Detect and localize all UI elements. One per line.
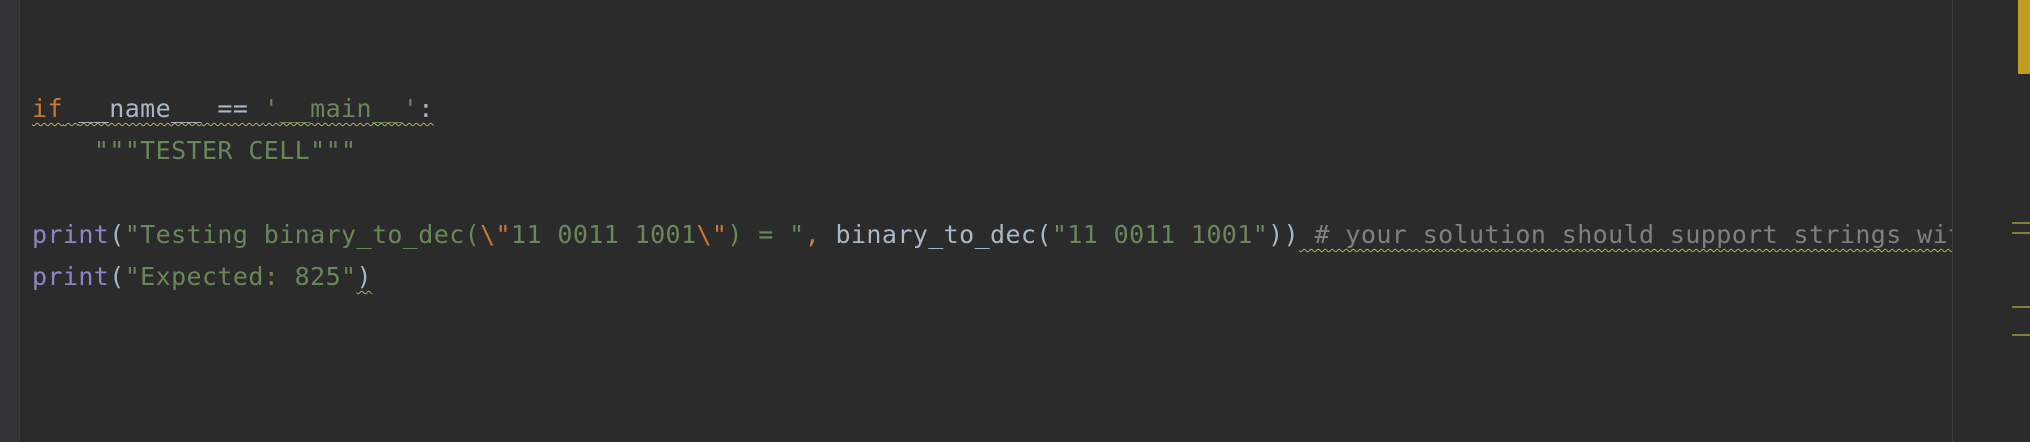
warning-marker[interactable] — [2012, 334, 2030, 336]
escape-seq-1: \" — [480, 220, 512, 249]
function-argument: "11 0011 1001" — [1051, 220, 1269, 249]
paren-open: ( — [109, 262, 125, 291]
escape-seq-2: \" — [696, 220, 728, 249]
print-builtin: print — [32, 262, 110, 291]
code-line-5[interactable]: print("Expected: 825") — [32, 256, 372, 298]
colon: : — [418, 94, 434, 123]
code-line-4[interactable]: print("Testing binary_to_dec(\"11 0011 1… — [32, 214, 1952, 256]
function-call: binary_to_dec — [835, 220, 1037, 249]
paren-close: ) — [356, 262, 372, 291]
function-argument: "Expected: 825" — [124, 262, 357, 291]
comma: , — [804, 220, 836, 249]
warning-marker[interactable] — [2012, 232, 2030, 234]
equals-operator: == — [201, 94, 264, 123]
keyword-if: if — [32, 94, 63, 123]
editor-gutter[interactable] — [0, 0, 20, 442]
string-part-1: "Testing binary_to_dec( — [124, 220, 481, 249]
code-comment: # your solution should support strings w… — [1299, 220, 1952, 249]
code-editor[interactable]: if __name__ == '__main__': """TESTER CEL… — [32, 0, 1952, 442]
code-line-1[interactable]: if __name__ == '__main__': — [32, 88, 434, 130]
warning-marker[interactable] — [2012, 222, 2030, 224]
docstring: """TESTER CELL""" — [93, 136, 357, 165]
paren-open: ( — [109, 220, 125, 249]
inspection-status-marker[interactable] — [2018, 0, 2030, 74]
string-part-3: ) = " — [727, 220, 805, 249]
main-string: '__main__' — [263, 94, 419, 123]
paren-open-2: ( — [1036, 220, 1052, 249]
string-part-2: 11 0011 1001 — [511, 220, 697, 249]
warning-marker[interactable] — [2012, 306, 2030, 308]
dunder-name: __name__ — [78, 94, 202, 123]
right-margin-guide — [1952, 0, 1953, 442]
paren-close: )) — [1268, 220, 1300, 249]
print-builtin: print — [32, 220, 110, 249]
code-line-2[interactable]: """TESTER CELL""" — [32, 130, 356, 172]
